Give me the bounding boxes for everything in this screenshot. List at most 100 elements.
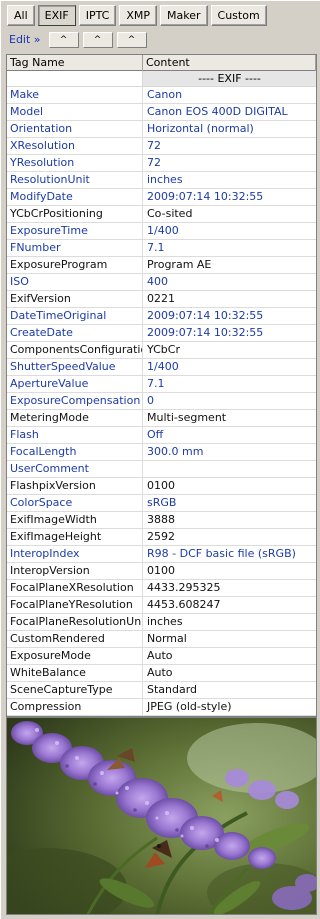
table-row[interactable]: ExposureProgram Program AE xyxy=(7,257,316,274)
tab-custom[interactable]: Custom xyxy=(210,5,267,26)
column-header-tag-name[interactable]: Tag Name xyxy=(7,55,143,71)
edit-link[interactable]: Edit » xyxy=(9,33,41,46)
table-row[interactable]: YResolution 72 xyxy=(7,155,316,172)
table-row[interactable]: ExposureMode Auto xyxy=(7,648,316,665)
tag-name-cell: FocalPlaneYResolution xyxy=(7,597,143,613)
caret-up-icon: ^ xyxy=(127,34,136,45)
tag-value-cell: inches xyxy=(147,615,183,628)
table-row[interactable]: XResolution 72 xyxy=(7,138,316,155)
tag-value-cell: Co-sited xyxy=(147,207,193,220)
table-row[interactable]: Model Canon EOS 400D DIGITAL xyxy=(7,104,316,121)
tag-name-cell: ColorSpace xyxy=(7,495,143,511)
table-row[interactable]: CustomRendered Normal xyxy=(7,631,316,648)
table-row[interactable]: UserComment xyxy=(7,461,316,478)
column-header-content[interactable]: Content xyxy=(143,55,316,71)
tag-name-cell: YResolution xyxy=(7,155,143,171)
table-row[interactable]: MeteringMode Multi-segment xyxy=(7,410,316,427)
table-row[interactable]: InteropIndex R98 - DCF basic file (sRGB) xyxy=(7,546,316,563)
tab-bar: All EXIF IPTC XMP Maker Custom xyxy=(7,5,267,27)
caret-up-icon: ^ xyxy=(93,34,102,45)
tag-value-cell: 400 xyxy=(147,275,168,288)
tag-name-cell: Flash xyxy=(7,427,143,443)
table-row[interactable]: FocalPlaneResolutionUnit inches xyxy=(7,614,316,631)
tag-name-cell: FocalPlaneXResolution xyxy=(7,580,143,596)
tag-name-cell: ExposureTime xyxy=(7,223,143,239)
tag-name-cell: MeteringMode xyxy=(7,410,143,426)
table-row[interactable]: SceneCaptureType Standard xyxy=(7,682,316,699)
table-row[interactable]: FlashpixVersion 0100 xyxy=(7,478,316,495)
tag-value-cell: 2009:07:14 10:32:55 xyxy=(147,326,264,339)
tag-value-cell: Multi-segment xyxy=(147,411,227,424)
table-row[interactable]: ExifImageWidth 3888 xyxy=(7,512,316,529)
table-row[interactable]: ExifImageHeight 2592 xyxy=(7,529,316,546)
tag-name-cell: SceneCaptureType xyxy=(7,682,143,698)
tag-value-cell: 2009:07:14 10:32:55 xyxy=(147,309,264,322)
tag-value-cell: 0100 xyxy=(147,564,175,577)
section-label: ---- EXIF ---- xyxy=(143,71,316,86)
tag-value-cell xyxy=(143,461,316,477)
tab-iptc[interactable]: IPTC xyxy=(78,5,117,26)
table-row[interactable]: FocalLength 300.0 mm xyxy=(7,444,316,461)
tab-maker[interactable]: Maker xyxy=(160,5,208,26)
table-row[interactable]: ColorSpace sRGB xyxy=(7,495,316,512)
tag-name-cell: Orientation xyxy=(7,121,143,137)
table-row[interactable]: ShutterSpeedValue 1/400 xyxy=(7,359,316,376)
table-row[interactable]: ExifVersion 0221 xyxy=(7,291,316,308)
collapse-up-button-2[interactable]: ^ xyxy=(82,31,113,48)
image-preview xyxy=(6,717,317,915)
table-row[interactable]: Flash Off xyxy=(7,427,316,444)
section-header-row: ---- EXIF ---- xyxy=(7,71,316,87)
table-row[interactable]: ModifyDate 2009:07:14 10:32:55 xyxy=(7,189,316,206)
edit-toolbar: Edit » ^ ^ ^ xyxy=(9,31,147,48)
tag-name-cell: WhiteBalance xyxy=(7,665,143,681)
tag-value-cell: Program AE xyxy=(147,258,212,271)
tag-value-cell: Canon EOS 400D DIGITAL xyxy=(147,105,288,118)
tag-name-cell: Compression xyxy=(7,699,143,715)
tag-name-cell: UserComment xyxy=(7,461,143,477)
collapse-up-button-1[interactable]: ^ xyxy=(48,31,79,48)
tag-value-cell: YCbCr xyxy=(147,343,180,356)
tab-exif[interactable]: EXIF xyxy=(37,5,76,26)
table-header: Tag Name Content xyxy=(7,55,316,71)
table-row[interactable]: Make Canon xyxy=(7,87,316,104)
tag-value-cell: 1/400 xyxy=(147,224,179,237)
tag-value-cell: 2009:07:14 10:32:55 xyxy=(147,190,264,203)
table-row[interactable]: WhiteBalance Auto xyxy=(7,665,316,682)
tag-value-cell: 0221 xyxy=(147,292,175,305)
tag-name-cell: Make xyxy=(7,87,143,103)
tab-all[interactable]: All xyxy=(7,5,35,26)
table-row[interactable]: ComponentsConfiguration YCbCr xyxy=(7,342,316,359)
table-row[interactable]: ExposureTime 1/400 xyxy=(7,223,316,240)
exif-panel: All EXIF IPTC XMP Maker Custom Edit » ^ … xyxy=(0,0,320,919)
tag-value-cell: 1/400 xyxy=(147,360,179,373)
tag-value-cell: Canon xyxy=(147,88,183,101)
table-row[interactable]: Orientation Horizontal (normal) xyxy=(7,121,316,138)
tag-name-cell: ISO xyxy=(7,274,143,290)
tag-value-cell: 72 xyxy=(147,139,161,152)
collapse-up-button-3[interactable]: ^ xyxy=(116,31,147,48)
tag-value-cell: Normal xyxy=(147,632,187,645)
tag-name-cell: ExifVersion xyxy=(7,291,143,307)
table-row[interactable]: InteropVersion 0100 xyxy=(7,563,316,580)
table-row[interactable]: ApertureValue 7.1 xyxy=(7,376,316,393)
metadata-table[interactable]: Tag Name Content ---- EXIF ---- Make Cano… xyxy=(6,54,317,717)
table-row[interactable]: FocalPlaneYResolution 4453.608247 xyxy=(7,597,316,614)
tab-xmp[interactable]: XMP xyxy=(119,5,158,26)
tag-name-cell: XResolution xyxy=(7,138,143,154)
table-row[interactable]: Compression JPEG (old-style) xyxy=(7,699,316,716)
table-row[interactable]: ISO 400 xyxy=(7,274,316,291)
table-row[interactable]: ExposureCompensation 0 xyxy=(7,393,316,410)
table-row[interactable]: FocalPlaneXResolution 4433.295325 xyxy=(7,580,316,597)
tag-value-cell: 72 xyxy=(147,156,161,169)
table-row[interactable]: FNumber 7.1 xyxy=(7,240,316,257)
table-row[interactable]: DateTimeOriginal 2009:07:14 10:32:55 xyxy=(7,308,316,325)
table-row[interactable]: ResolutionUnit inches xyxy=(7,172,316,189)
tag-name-cell: FlashpixVersion xyxy=(7,478,143,494)
tag-name-cell: FNumber xyxy=(7,240,143,256)
tag-value-cell: sRGB xyxy=(147,496,177,509)
table-row[interactable]: CreateDate 2009:07:14 10:32:55 xyxy=(7,325,316,342)
table-row[interactable]: YCbCrPositioning Co-sited xyxy=(7,206,316,223)
tag-name-cell: ShutterSpeedValue xyxy=(7,359,143,375)
tag-name-cell: ApertureValue xyxy=(7,376,143,392)
tag-value-cell: 2592 xyxy=(147,530,175,543)
